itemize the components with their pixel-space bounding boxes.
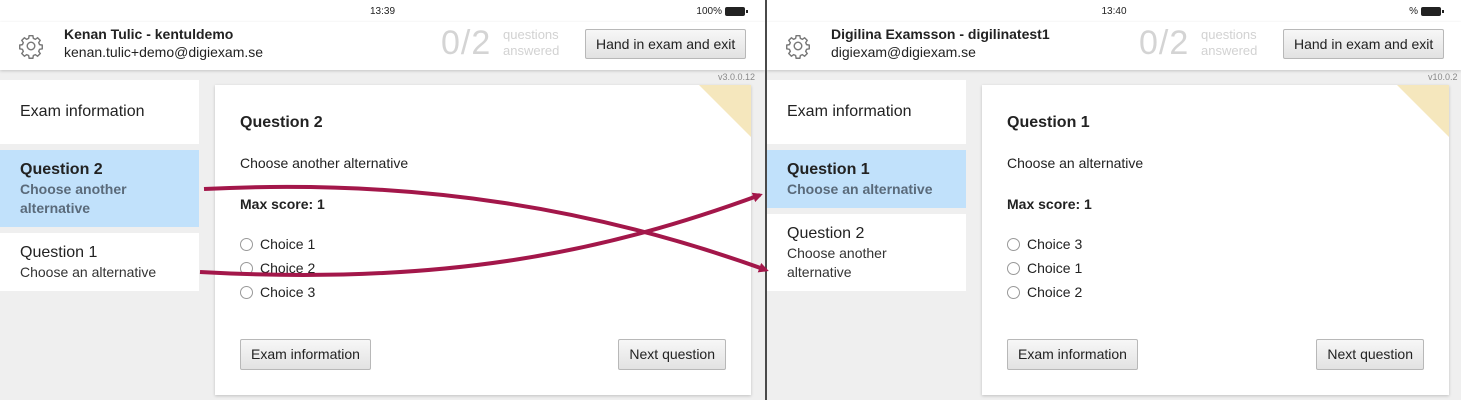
status-time: 13:40: [1101, 6, 1127, 17]
choice-list: Choice 3 Choice 1 Choice 2: [1007, 232, 1082, 304]
hand-in-button[interactable]: Hand in exam and exit: [1283, 29, 1445, 59]
radio-button[interactable]: [1007, 285, 1020, 299]
battery-percent: 100%: [696, 6, 722, 17]
status-time: 13:39: [369, 6, 396, 17]
question-sidebar: Exam information Question 1 Choose an al…: [767, 80, 966, 297]
exam-header: Digilina Examsson - digilinatest1 digiex…: [767, 22, 1461, 70]
settings-gear-icon[interactable]: [785, 33, 811, 59]
user-email: digiexam@digiexam.se: [831, 44, 976, 60]
flag-corner[interactable]: [699, 85, 751, 137]
battery-icon: [1421, 7, 1444, 16]
app-version: v10.0.2: [1428, 72, 1458, 82]
choice-option[interactable]: Choice 3: [240, 280, 315, 304]
settings-gear-icon[interactable]: [18, 33, 44, 59]
exam-information-button[interactable]: Exam information: [1007, 339, 1138, 370]
answered-count: 0/2: [1139, 24, 1190, 62]
radio-button[interactable]: [1007, 261, 1020, 275]
question-heading: Question 2: [240, 114, 323, 131]
user-name: Kenan Tulic - kentuldemo: [64, 26, 234, 42]
question-prompt: Choose another alternative: [240, 155, 409, 171]
exam-window-right: 13:40 % Digilina Examsson - digilinatest…: [767, 0, 1461, 400]
choice-label: Choice 1: [1027, 260, 1083, 276]
choice-list: Choice 1 Choice 2 Choice 3: [240, 232, 315, 304]
choice-label: Choice 3: [260, 284, 316, 300]
sidebar-item-title: Question 2: [20, 161, 103, 178]
max-score: Max score: 1: [1007, 196, 1092, 212]
sidebar-item-question-2[interactable]: Question 2 Choose another alternative: [0, 150, 199, 227]
hand-in-button[interactable]: Hand in exam and exit: [585, 29, 747, 59]
flag-corner[interactable]: [1397, 85, 1449, 137]
choice-option[interactable]: Choice 1: [240, 232, 315, 256]
choice-label: Choice 2: [260, 260, 316, 276]
question-card: Question 2 Choose another alternative Ma…: [215, 85, 751, 395]
battery-status: %: [1409, 6, 1444, 17]
sidebar-item-subtitle-cont: alternative: [787, 264, 852, 280]
choice-label: Choice 3: [1027, 236, 1083, 252]
sidebar-item-subtitle: Choose an alternative: [20, 264, 157, 280]
choice-option[interactable]: Choice 1: [1007, 256, 1082, 280]
radio-button[interactable]: [240, 285, 253, 299]
answered-label-line2: answered: [503, 43, 560, 58]
choice-label: Choice 1: [260, 236, 316, 252]
question-card: Question 1 Choose an alternative Max sco…: [982, 85, 1449, 395]
sidebar-item-title: Question 1: [787, 161, 870, 178]
choice-option[interactable]: Choice 2: [1007, 280, 1082, 304]
radio-button[interactable]: [240, 237, 253, 251]
answered-label-line1: questions: [503, 27, 559, 42]
sidebar-item-title: Question 1: [20, 244, 98, 261]
status-bar: 13:40 %: [767, 0, 1461, 22]
sidebar-item-exam-information[interactable]: Exam information: [767, 80, 966, 144]
sidebar-item-exam-information[interactable]: Exam information: [0, 80, 199, 144]
next-question-button[interactable]: Next question: [618, 339, 726, 370]
question-sidebar: Exam information Question 2 Choose anoth…: [0, 80, 199, 297]
sidebar-item-question-1[interactable]: Question 1 Choose an alternative: [0, 233, 199, 291]
next-question-button[interactable]: Next question: [1316, 339, 1424, 370]
battery-percent: %: [1409, 6, 1418, 17]
status-bar: 13:39 100%: [0, 0, 765, 22]
sidebar-item-subtitle: Choose another: [787, 245, 887, 261]
sidebar-item-question-1[interactable]: Question 1 Choose an alternative: [767, 150, 966, 208]
user-name: Digilina Examsson - digilinatest1: [831, 26, 1050, 42]
radio-button[interactable]: [240, 261, 253, 275]
question-prompt: Choose an alternative: [1007, 155, 1144, 171]
sidebar-item-subtitle-cont: alternative: [20, 200, 91, 216]
sidebar-item-question-2[interactable]: Question 2 Choose another alternative: [767, 214, 966, 291]
answered-label-line2: answered: [1201, 43, 1258, 58]
radio-button[interactable]: [1007, 237, 1020, 251]
answered-label: questions answered: [503, 27, 559, 59]
app-version: v3.0.0.12: [718, 72, 756, 82]
answered-label: questions answered: [1201, 27, 1257, 59]
user-email: kenan.tulic+demo@digiexam.se: [64, 44, 264, 60]
exam-header: Kenan Tulic - kentuldemo kenan.tulic+dem…: [0, 22, 765, 70]
choice-option[interactable]: Choice 3: [1007, 232, 1082, 256]
answered-label-line1: questions: [1201, 27, 1257, 42]
sidebar-item-subtitle: Choose another: [20, 181, 127, 197]
battery-icon: [725, 7, 748, 16]
battery-status: 100%: [696, 6, 748, 17]
choice-option[interactable]: Choice 2: [240, 256, 315, 280]
exam-window-left: 13:39 100% Kenan Tulic - kentuldemo kena…: [0, 0, 765, 400]
exam-information-button[interactable]: Exam information: [240, 339, 371, 370]
max-score: Max score: 1: [240, 196, 325, 212]
sidebar-item-title: Question 2: [787, 225, 865, 242]
question-heading: Question 1: [1007, 114, 1090, 131]
answered-count: 0/2: [441, 24, 492, 62]
sidebar-item-subtitle: Choose an alternative: [787, 181, 933, 197]
choice-label: Choice 2: [1027, 284, 1083, 300]
